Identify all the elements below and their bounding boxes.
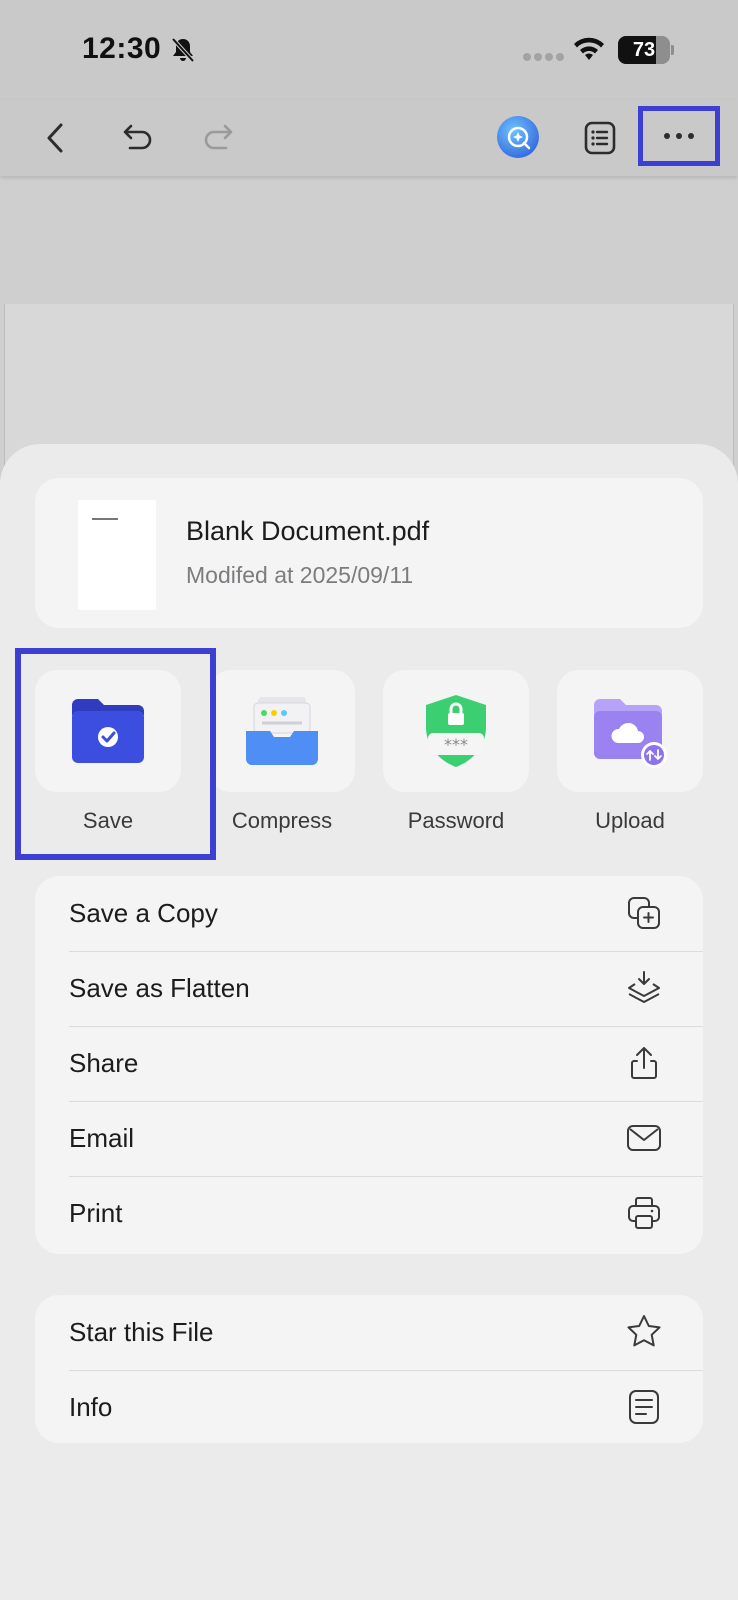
status-bar: 12:30 73 (0, 0, 738, 100)
save-as-flatten-item[interactable]: Save as Flatten (35, 951, 703, 1026)
save-as-flatten-label: Save as Flatten (69, 973, 250, 1003)
thumbnail-text-line (92, 518, 118, 520)
compress-label: Compress (231, 808, 333, 833)
shield-lock-icon: *** (426, 695, 486, 767)
more-options-button[interactable] (638, 106, 720, 166)
save-a-copy-label: Save a Copy (69, 898, 218, 928)
status-time: 12:30 (82, 32, 162, 65)
password-button[interactable]: *** Password (383, 670, 529, 840)
ai-assistant-button[interactable] (497, 116, 539, 158)
save-a-copy-item[interactable]: Save a Copy (35, 876, 703, 951)
redo-button[interactable] (198, 116, 242, 160)
upload-label: Upload (595, 808, 665, 833)
file-thumbnail (78, 500, 156, 610)
printer-icon (625, 1194, 663, 1232)
star-file-item[interactable]: Star this File (35, 1295, 703, 1370)
file-extra-list: Star this File Info (35, 1295, 703, 1443)
layers-download-icon (625, 969, 663, 1007)
info-item[interactable]: Info (35, 1370, 703, 1445)
more-options-sheet: Blank Document.pdf Modifed at 2025/09/11… (0, 444, 738, 1600)
back-icon (47, 123, 63, 153)
share-label: Share (69, 1048, 139, 1078)
outline-button[interactable] (578, 116, 622, 160)
info-label: Info (69, 1392, 113, 1422)
email-label: Email (69, 1123, 135, 1153)
share-icon (625, 1044, 663, 1082)
file-actions-list: Save a Copy Save as Flatten Share Email … (35, 876, 703, 1254)
redo-icon (204, 124, 233, 150)
battery-indicator: 73 (618, 36, 674, 64)
compress-tile (209, 670, 355, 792)
outline-icon (584, 121, 616, 155)
undo-icon (123, 124, 152, 150)
cloud-folder-icon (594, 699, 667, 768)
print-item[interactable]: Print (35, 1176, 703, 1251)
upload-button[interactable]: Upload (557, 670, 703, 840)
archive-box-icon (246, 697, 318, 765)
share-item[interactable]: Share (35, 1026, 703, 1101)
battery-level: 73 (632, 39, 656, 61)
signal-icon (523, 53, 564, 61)
star-file-label: Star this File (69, 1317, 214, 1347)
ai-assistant-icon (507, 126, 531, 150)
file-name: Blank Document.pdf (186, 516, 430, 546)
document-info-icon (625, 1388, 663, 1426)
envelope-icon (625, 1119, 663, 1157)
undo-button[interactable] (114, 116, 158, 160)
copy-plus-icon (625, 894, 663, 932)
more-icon (664, 133, 694, 139)
svg-text:***: *** (444, 735, 468, 754)
compress-button[interactable]: Compress (209, 670, 355, 840)
password-label: Password (407, 808, 505, 833)
file-modified-date: Modifed at 2025/09/11 (186, 562, 414, 588)
wifi-icon (574, 37, 604, 60)
star-icon (625, 1313, 663, 1351)
top-toolbar (0, 100, 738, 176)
save-highlight-box (15, 648, 216, 860)
bell-off-icon (171, 37, 195, 63)
back-button[interactable] (34, 116, 78, 160)
print-label: Print (69, 1198, 123, 1228)
battery-body: 73 (618, 36, 670, 64)
battery-tip (671, 45, 674, 55)
email-item[interactable]: Email (35, 1101, 703, 1176)
file-info-card: Blank Document.pdf Modifed at 2025/09/11 (35, 478, 703, 628)
upload-tile (557, 670, 703, 792)
password-tile: *** (383, 670, 529, 792)
